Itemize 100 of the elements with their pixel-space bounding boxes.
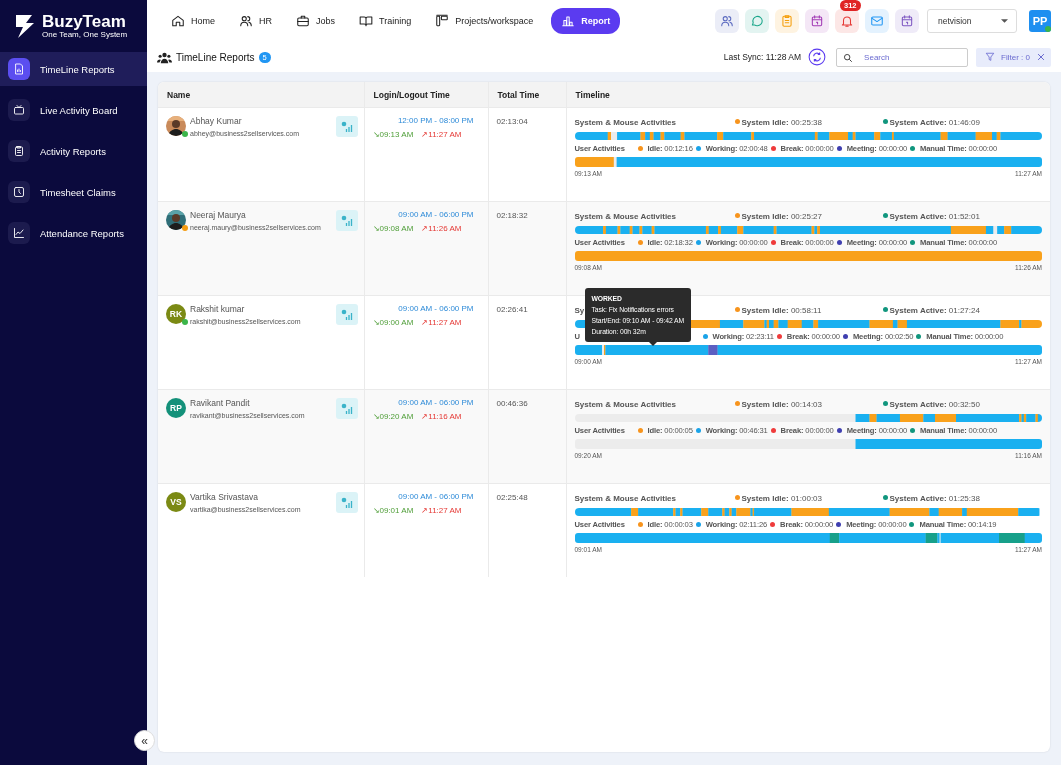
caret-icon [1001, 19, 1008, 23]
column-header: Name [158, 82, 364, 108]
system-idle-stat: System Idle: 00:58:11 [734, 306, 883, 315]
shift-time: 09:00 AM - 06:00 PM [397, 492, 474, 501]
section-label: System & Mouse Activities [574, 400, 676, 409]
org-dropdown[interactable]: netvision [927, 9, 1017, 33]
logout-time: ↗11:16 AM [421, 412, 462, 421]
close-icon [1036, 52, 1046, 62]
system-active-stat: System Active: 01:52:01 [882, 212, 1042, 221]
legend-dot [770, 146, 776, 151]
nav-tab[interactable]: Training [353, 9, 418, 33]
logout-time: ↗11:27 AM [421, 506, 462, 515]
section-label: System & Mouse Activities [574, 494, 676, 503]
legend-dot [842, 334, 848, 339]
signal-icon [340, 402, 353, 415]
logout-time: ↗11:26 AM [421, 224, 462, 233]
signal-button[interactable] [335, 210, 358, 231]
legend-dot [695, 428, 701, 433]
toolbar-button[interactable] [895, 9, 919, 33]
legend-dot [910, 428, 916, 433]
shift-time: 12:00 PM - 08:00 PM [396, 116, 474, 125]
total-time: 00:46:36 [495, 398, 529, 410]
legend-dot [637, 240, 643, 245]
search-icon [843, 52, 854, 63]
signal-icon [340, 496, 353, 509]
legend-dot [695, 240, 701, 245]
legend-dot [637, 522, 643, 527]
refresh-icon[interactable] [808, 48, 827, 66]
legend-dot [836, 428, 842, 433]
legend-dot [637, 146, 643, 151]
column-header: Total Time [488, 82, 566, 108]
legend-dot [637, 428, 643, 433]
total-time: 02:26:41 [495, 304, 529, 316]
people-icon [157, 50, 172, 64]
logout-time: ↗11:27 AM [421, 130, 462, 139]
legend-dot [776, 334, 782, 339]
employee-name: Vartika Srivastava [190, 492, 259, 502]
signal-icon [340, 120, 353, 133]
legend-dot [770, 240, 776, 245]
employee-name: Ravikant Pandit [190, 398, 251, 408]
toolbar-button[interactable] [865, 9, 889, 33]
toolbar-button[interactable] [775, 9, 799, 33]
total-time: 02:13:04 [495, 116, 529, 128]
sidebar-item[interactable]: TimeLine Reports [0, 52, 147, 86]
system-active-stat: System Active: 00:32:50 [882, 400, 1042, 409]
login-time: ↘09:20 AM [372, 412, 414, 421]
legend-dot [910, 146, 916, 151]
login-time: ↘09:01 AM [372, 506, 414, 515]
toolbar-button[interactable] [805, 9, 829, 33]
toolbar-button[interactable] [715, 9, 739, 33]
filter-button[interactable]: Filter : 0 [976, 47, 1051, 67]
nav-tab[interactable]: HR [233, 9, 278, 33]
system-active-stat: System Active: 01:25:38 [882, 494, 1042, 503]
signal-icon [340, 214, 353, 227]
system-idle-stat: System Idle: 01:00:03 [734, 494, 883, 503]
brand-name: BuzyTeam [42, 13, 127, 30]
signal-button[interactable] [335, 116, 358, 137]
shift-time: 09:00 AM - 06:00 PM [397, 210, 474, 219]
sidebar-item[interactable]: Attendance Reports [0, 216, 147, 250]
legend-dot [836, 522, 842, 527]
filter-icon [985, 52, 996, 62]
section-label: System & Mouse Activities [574, 118, 676, 127]
column-header: Login/Logout Time [364, 82, 488, 108]
nav-tab[interactable]: Projects/workspace [429, 9, 540, 33]
login-time: ↘09:13 AM [372, 130, 414, 139]
system-idle-stat: System Idle: 00:14:03 [734, 400, 883, 409]
signal-button[interactable] [335, 492, 358, 513]
legend-dot [770, 428, 776, 433]
legend-dot [909, 522, 915, 527]
sidebar-item[interactable]: Live Activity Board [0, 93, 147, 127]
system-idle-stat: System Idle: 00:25:27 [734, 212, 883, 221]
shift-time: 09:00 AM - 06:00 PM [397, 398, 474, 407]
signal-button[interactable] [335, 398, 358, 419]
legend-dot [702, 334, 708, 339]
column-header: Timeline [566, 82, 1050, 108]
legend-dot [910, 240, 916, 245]
nav-tab[interactable]: Report [551, 8, 621, 34]
nav-tab[interactable]: Home [165, 9, 221, 33]
employee-name: Neeraj Maurya [190, 210, 247, 220]
login-time: ↘09:08 AM [372, 224, 414, 233]
avatar-initials: RK [166, 304, 186, 324]
signal-button[interactable] [335, 304, 358, 325]
avatar-initials: RP [166, 398, 186, 418]
legend-dot [695, 146, 701, 151]
nav-tab[interactable]: Jobs [290, 9, 342, 33]
employee-name: Rakshit kumar [190, 304, 246, 314]
total-time: 02:25:48 [495, 492, 529, 504]
sidebar-item[interactable]: Timesheet Claims [0, 175, 147, 209]
legend-dot [770, 522, 776, 527]
legend-dot [916, 334, 922, 339]
sidebar-item[interactable]: Activity Reports [0, 134, 147, 168]
signal-icon [340, 308, 353, 321]
toolbar-button[interactable] [745, 9, 769, 33]
shift-time: 09:00 AM - 06:00 PM [397, 304, 474, 313]
last-sync-text: Last Sync: 11:28 AM [723, 52, 802, 62]
section-label: System & Mouse Activities [574, 212, 676, 221]
toolbar-button[interactable] [835, 9, 859, 33]
legend-dot [836, 146, 842, 151]
search-field[interactable]: Search [836, 47, 969, 67]
system-idle-stat: System Idle: 00:25:38 [734, 118, 883, 127]
